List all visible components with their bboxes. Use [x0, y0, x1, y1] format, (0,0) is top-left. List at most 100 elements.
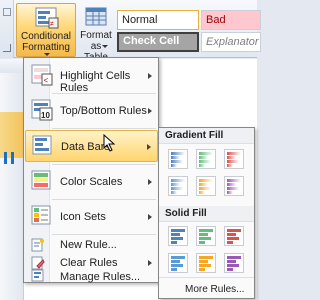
conditional-formatting-label-line1: Conditional [20, 31, 72, 42]
data-bar-sample [227, 256, 241, 259]
svg-text:<: < [44, 76, 49, 85]
data-bar-sample [227, 264, 239, 267]
data-bar-sample [171, 183, 180, 186]
column-header[interactable] [0, 59, 24, 73]
data-bars-submenu: Gradient Fill Solid Fill [158, 127, 255, 299]
data-bar-sample [171, 187, 183, 190]
data-bar-sample [199, 164, 205, 167]
data-bar-sample [199, 229, 213, 232]
dialog-launcher-icon[interactable] [3, 44, 11, 52]
manage-rules-icon [31, 269, 44, 282]
svg-text:10: 10 [41, 111, 50, 120]
solid-fill-header: Solid Fill [159, 206, 254, 222]
menu-item-top-bottom-rules[interactable]: 10 Top/Bottom Rules [25, 95, 158, 127]
data-bars-icon [32, 135, 52, 155]
gradient-data-bar-option[interactable] [224, 149, 244, 169]
more-rules-link[interactable]: More Rules... [185, 284, 244, 295]
data-bar-sample [199, 260, 208, 263]
data-bar-sample [199, 191, 205, 194]
data-bar-sample [227, 183, 236, 186]
menu-item-label: Highlight Cells Rules [60, 70, 131, 94]
worksheet-fragment-icon [4, 152, 14, 164]
menu-item-label: Manage Rules... [60, 271, 141, 283]
data-bar-sample [199, 268, 205, 271]
menu-item-new-rule[interactable]: New Rule... [25, 236, 158, 254]
menu-item-label: Top/Bottom Rules [60, 105, 147, 117]
data-bar-sample [171, 264, 183, 267]
format-as-table-label-line1: Format [80, 30, 112, 41]
menu-item-icon-sets[interactable]: Icon Sets [25, 201, 158, 233]
conditional-formatting-label-line2: Formatting [22, 42, 70, 53]
solid-data-bar-option[interactable] [224, 253, 244, 273]
data-bar-sample [199, 179, 213, 182]
data-bar-sample [171, 237, 183, 240]
style-check-cell[interactable]: Check Cell [117, 32, 199, 52]
solid-data-bar-option[interactable] [224, 226, 244, 246]
data-bar-sample [199, 187, 211, 190]
data-bar-sample [171, 191, 177, 194]
data-bar-sample [227, 156, 236, 159]
data-bar-sample [227, 237, 239, 240]
style-normal[interactable]: Normal [117, 10, 199, 30]
submenu-arrow-icon [148, 214, 152, 220]
conditional-formatting-menu: < Highlight Cells Rules 10 Top/Bottom Ru… [23, 57, 159, 283]
gradient-data-bar-option[interactable] [196, 176, 216, 196]
format-as-table-button[interactable]: Format as Table [78, 3, 114, 63]
menu-separator [52, 234, 156, 235]
gradient-fill-header: Gradient Fill [159, 128, 254, 144]
data-bar-sample [227, 160, 239, 163]
color-scales-icon [31, 170, 51, 190]
data-bar-sample [199, 241, 205, 244]
solid-data-bar-option[interactable] [196, 226, 216, 246]
highlight-cells-icon: < [31, 64, 53, 86]
data-bar-sample [199, 152, 213, 155]
data-bar-sample [227, 229, 241, 232]
submenu-arrow-icon [148, 179, 152, 185]
solid-data-bar-option[interactable] [168, 226, 188, 246]
menu-separator [52, 128, 156, 129]
data-bar-sample [227, 187, 239, 190]
data-bar-sample [171, 233, 180, 236]
chevron-down-icon [44, 53, 50, 56]
data-bar-sample [227, 268, 233, 271]
data-bar-sample [227, 191, 233, 194]
gradient-data-bar-option[interactable] [224, 176, 244, 196]
submenu-arrow-icon [148, 73, 152, 79]
data-bar-sample [171, 164, 177, 167]
conditional-formatting-icon: ≠ [35, 7, 59, 29]
data-bar-sample [227, 260, 236, 263]
style-bad[interactable]: Bad [201, 10, 261, 30]
solid-data-bar-option[interactable] [168, 253, 188, 273]
gradient-data-bar-option[interactable] [168, 176, 188, 196]
data-bar-sample [199, 233, 208, 236]
data-bar-sample [227, 179, 241, 182]
ribbon-left-strip [0, 0, 14, 58]
data-bar-sample [171, 156, 180, 159]
menu-item-manage-rules[interactable]: Manage Rules... [25, 265, 158, 283]
svg-text:≠: ≠ [50, 21, 54, 28]
data-bar-sample [171, 256, 185, 259]
data-bar-sample [227, 152, 241, 155]
submenu-arrow-icon [148, 108, 152, 114]
menu-item-label: Icon Sets [60, 211, 106, 223]
solid-data-bar-option[interactable] [196, 253, 216, 273]
mouse-cursor-icon [103, 134, 116, 152]
conditional-formatting-button[interactable]: ≠ Conditional Formatting [16, 3, 76, 57]
icon-sets-icon [31, 205, 51, 225]
submenu-arrow-icon [147, 144, 151, 150]
data-bar-sample [199, 256, 213, 259]
data-bar-sample [227, 164, 233, 167]
data-bar-sample [171, 260, 180, 263]
gradient-data-bar-option[interactable] [168, 149, 188, 169]
menu-separator [159, 277, 254, 278]
menu-item-data-bars[interactable]: Data Bars [25, 130, 158, 162]
menu-separator [52, 93, 156, 94]
new-rule-icon [31, 238, 44, 252]
style-explanatory[interactable]: Explanator [201, 32, 261, 52]
gradient-data-bar-option[interactable] [196, 149, 216, 169]
data-bar-sample [171, 160, 183, 163]
data-bar-sample [171, 241, 177, 244]
menu-item-color-scales[interactable]: Color Scales [25, 166, 158, 198]
chevron-down-icon [102, 45, 108, 48]
menu-item-highlight-cells-rules[interactable]: < Highlight Cells Rules [25, 60, 158, 94]
